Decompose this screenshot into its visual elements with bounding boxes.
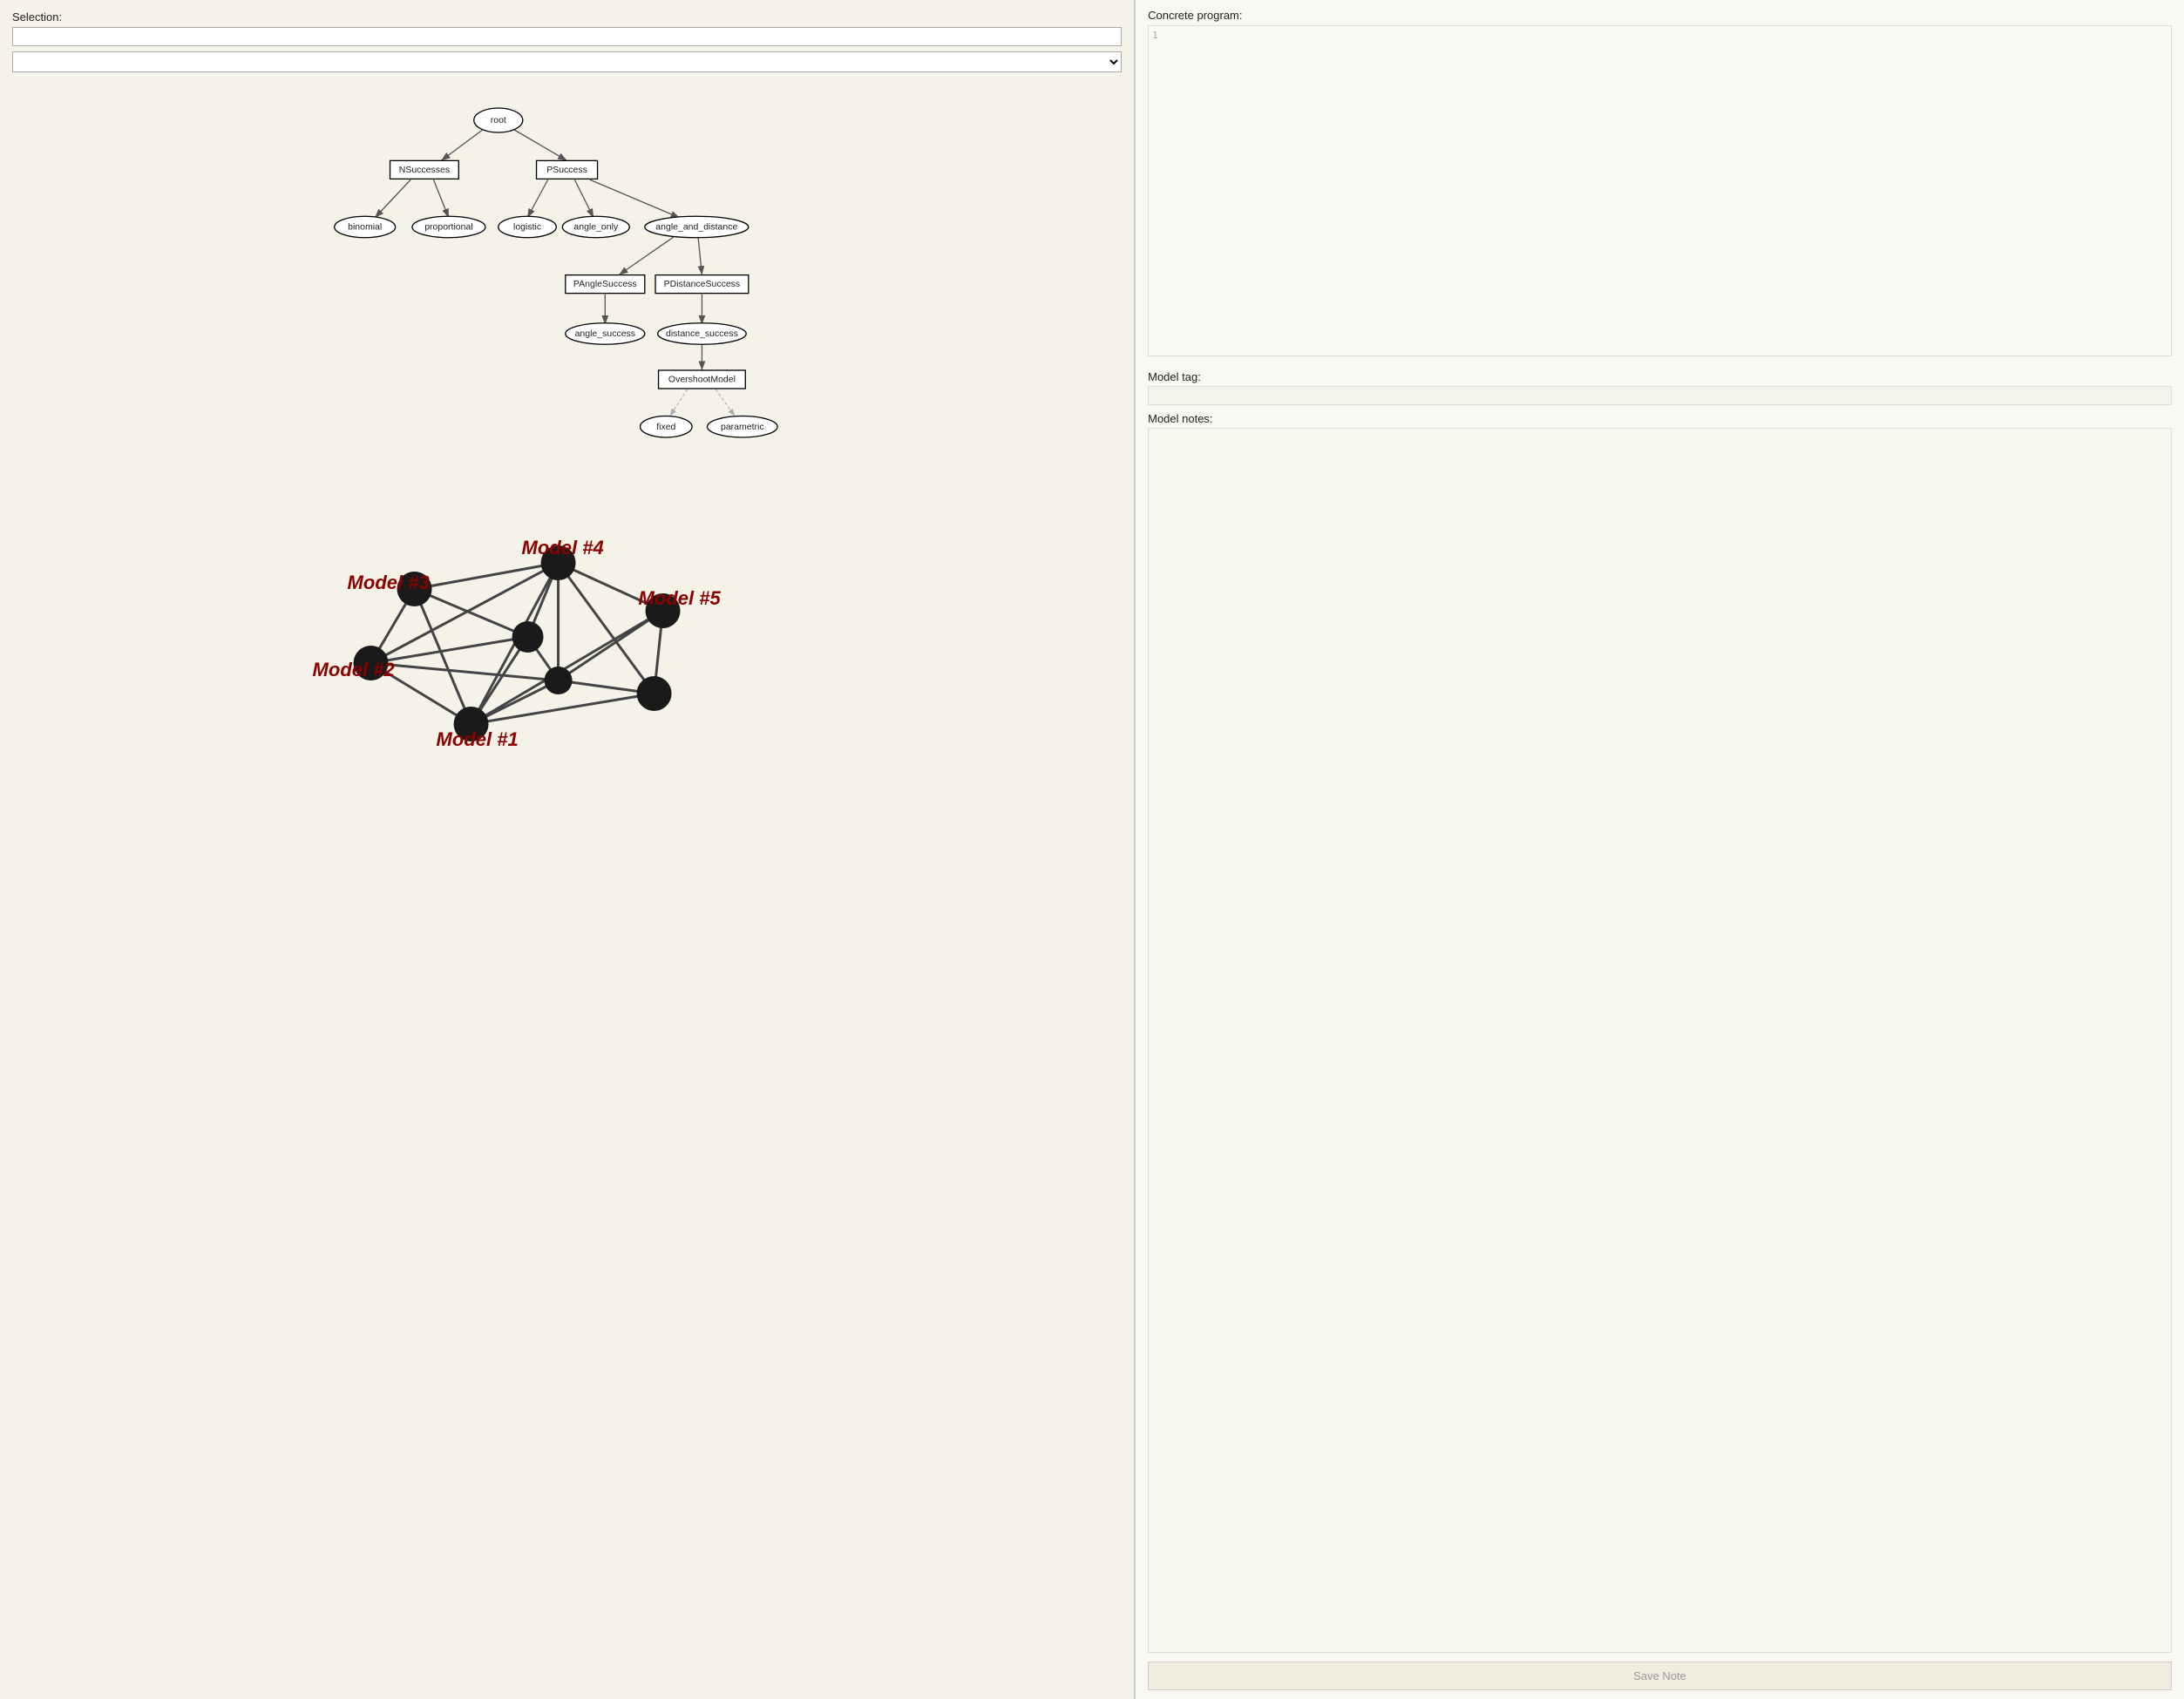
graph-label-4: Model #4	[522, 537, 604, 558]
svg-text:logistic: logistic	[513, 222, 541, 233]
svg-text:distance_success: distance_success	[666, 328, 738, 339]
model-tag-label: Model tag:	[1148, 370, 2172, 383]
graph-node-8	[637, 676, 672, 711]
svg-text:angle_success: angle_success	[575, 328, 635, 339]
tree-svg: root NSuccesses PSuccess binomial propor…	[12, 90, 1122, 456]
graph-label-3: Model #3	[348, 572, 430, 593]
svg-text:PDistanceSuccess: PDistanceSuccess	[664, 279, 741, 289]
graph-label-5: Model #5	[639, 587, 722, 609]
tree-container: root NSuccesses PSuccess binomial propor…	[12, 81, 1122, 458]
graph-svg: Model #1 Model #2 Model #3 Model #4 Mode…	[12, 476, 1122, 755]
graph-node-7	[545, 667, 573, 694]
model-notes-label: Model notes:	[1148, 412, 2172, 425]
svg-text:OvershootModel: OvershootModel	[668, 375, 736, 385]
graph-label-1: Model #1	[437, 728, 519, 750]
save-note-button[interactable]: Save Note	[1148, 1662, 2172, 1690]
left-panel: Selection:	[0, 0, 1136, 1699]
svg-text:angle_only: angle_only	[573, 222, 619, 233]
line-number: 1	[1152, 30, 1158, 41]
right-panel: Concrete program: 1 Model tag: Model not…	[1136, 0, 2184, 1699]
concrete-program-label: Concrete program:	[1148, 9, 2172, 22]
svg-text:PSuccess: PSuccess	[546, 165, 587, 175]
svg-text:NSuccesses: NSuccesses	[399, 165, 450, 175]
model-notes-textarea[interactable]	[1148, 428, 2172, 1653]
svg-text:PAngleSuccess: PAngleSuccess	[573, 279, 637, 289]
selection-label: Selection:	[12, 10, 1122, 24]
graph-container: Model #1 Model #2 Model #3 Model #4 Mode…	[12, 476, 1122, 757]
svg-text:root: root	[491, 115, 506, 125]
svg-text:parametric: parametric	[721, 422, 764, 432]
graph-node-6	[512, 621, 544, 653]
graph-label-2: Model #2	[313, 659, 396, 680]
selection-text-input[interactable]	[12, 27, 1122, 46]
svg-text:proportional: proportional	[424, 222, 472, 233]
svg-text:angle_and_distance: angle_and_distance	[655, 222, 737, 233]
svg-text:binomial: binomial	[348, 222, 382, 233]
selection-dropdown[interactable]	[12, 51, 1122, 72]
code-area: 1	[1148, 25, 2172, 356]
svg-text:fixed: fixed	[656, 422, 675, 432]
model-tag-input[interactable]	[1148, 386, 2172, 405]
